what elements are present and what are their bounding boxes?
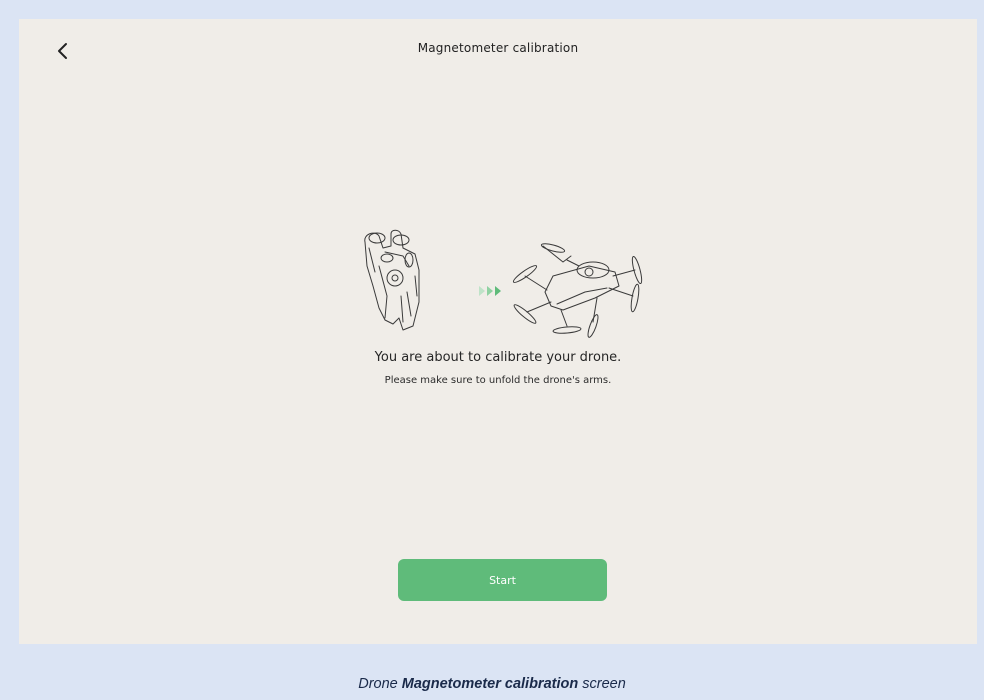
page-title: Magnetometer calibration (417, 41, 579, 55)
drone-unfold-illustration (364, 229, 643, 338)
calibration-instruction: Please make sure to unfold the drone's a… (384, 375, 612, 386)
triple-chevron-right-icon (479, 286, 501, 296)
folded-drone-icon (364, 229, 420, 331)
app-screen: Magnetometer calibration You are about t… (19, 19, 977, 644)
start-button[interactable]: Start (398, 559, 607, 601)
caption-suffix: screen (582, 676, 626, 692)
calibration-message: You are about to calibrate your drone. (374, 350, 622, 365)
image-caption: Drone Magnetometer calibration screen (0, 676, 984, 692)
caption-bold: Magnetometer calibration (401, 676, 579, 692)
caption-prefix: Drone (358, 676, 398, 692)
unfolded-drone-icon (512, 243, 643, 338)
